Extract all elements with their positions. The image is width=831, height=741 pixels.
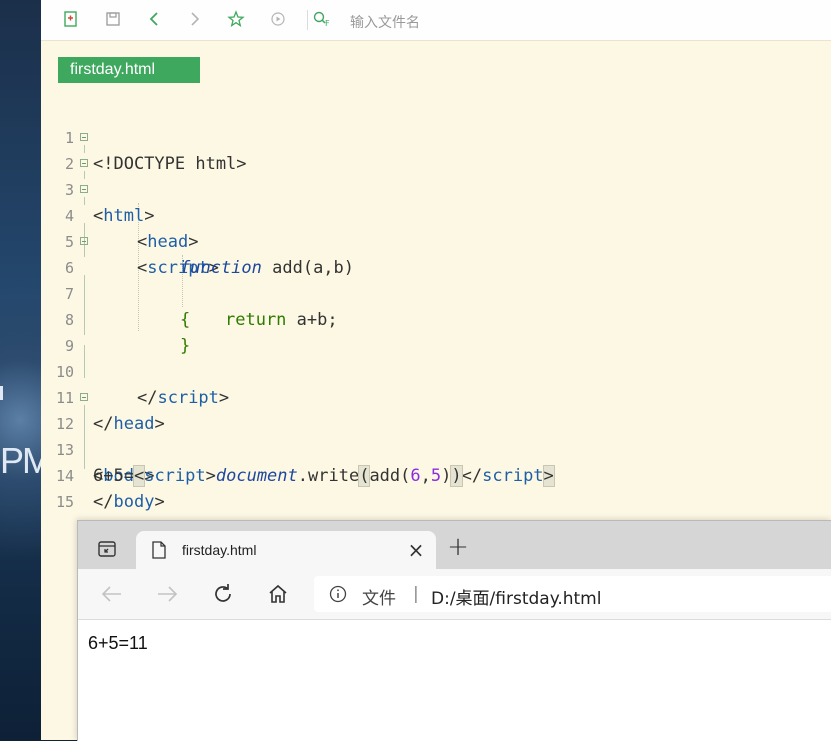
code-line: 8 } [41, 281, 831, 356]
fold-toggle-icon[interactable] [80, 237, 88, 245]
toolbar-divider [307, 10, 308, 30]
code-line: 2 <html> [41, 125, 831, 226]
code-line: 11 </head> [41, 359, 831, 434]
desktop-wallpaper: PM [0, 0, 52, 740]
code-line: 4 <script> [41, 177, 831, 278]
tag-bracket: > [154, 492, 165, 512]
home-icon[interactable] [265, 581, 291, 607]
code-line: 3 <head> [41, 151, 831, 252]
browser-navbar: 文件 | D:/桌面/firstday.html [78, 569, 831, 620]
browser-window: firstday.html × + 文件 | D:/桌面/firstday.ht… [77, 520, 831, 741]
code-line: 9 [41, 307, 831, 355]
forward-arrow-icon[interactable] [155, 582, 179, 606]
info-icon[interactable] [328, 584, 348, 604]
code-line: 7 return a+b; [41, 255, 831, 330]
back-icon[interactable] [143, 8, 165, 30]
address-separator: | [413, 584, 419, 604]
browser-tab-firstday[interactable]: firstday.html × [136, 531, 436, 569]
editor-toolbar: F 输入文件名 [41, 0, 831, 41]
back-arrow-icon[interactable] [100, 582, 124, 606]
document-icon [150, 540, 168, 560]
fold-toggle-icon[interactable] [80, 393, 88, 401]
forward-icon[interactable] [184, 8, 206, 30]
tab-title: firstday.html [182, 542, 257, 558]
address-bar[interactable]: 文件 | D:/桌面/firstday.html [314, 576, 831, 612]
find-file-icon[interactable]: F [311, 8, 335, 30]
address-scheme-label: 文件 [362, 589, 396, 609]
fold-toggle-icon[interactable] [80, 159, 88, 167]
code-line: 13 6+5=<script>document.write(add(6,5))<… [41, 411, 831, 487]
code-text: </body> [93, 489, 165, 515]
tag-name: body [113, 492, 155, 512]
svg-text:F: F [325, 19, 330, 28]
file-search-input[interactable]: 输入文件名 [350, 12, 420, 32]
new-tab-button[interactable]: + [446, 532, 470, 562]
desktop-wallpaper-mark [0, 386, 3, 400]
save-icon[interactable] [102, 8, 124, 30]
file-tab-firstday[interactable]: firstday.html [58, 57, 200, 83]
code-line: 6 { [41, 229, 831, 330]
browser-tabstrip: firstday.html × + [78, 521, 831, 569]
page-output-text: 6+5=11 [88, 633, 148, 653]
close-tab-icon[interactable]: × [406, 538, 426, 562]
address-url[interactable]: D:/桌面/firstday.html [431, 584, 601, 609]
fold-toggle-icon[interactable] [80, 185, 88, 193]
code-line: 12 <body> [41, 385, 831, 486]
code-line: 15 </html> [41, 463, 831, 538]
code-area[interactable]: 1 <!DOCTYPE html> 2 <html> 3 <head> 4 <s… [41, 99, 831, 538]
star-icon[interactable] [225, 8, 247, 30]
fold-toggle-icon[interactable] [80, 133, 88, 141]
code-line: 14 </body> [41, 437, 831, 512]
code-line: 10 </script> [41, 333, 831, 408]
line-number: 15 [55, 493, 74, 511]
run-icon[interactable] [267, 8, 289, 30]
new-file-icon[interactable] [60, 8, 82, 30]
code-line: 1 <!DOCTYPE html> [41, 99, 831, 174]
refresh-icon[interactable] [210, 581, 236, 607]
code-line: 5 function add(a,b) [41, 203, 831, 278]
tab-actions-icon[interactable] [96, 538, 118, 560]
